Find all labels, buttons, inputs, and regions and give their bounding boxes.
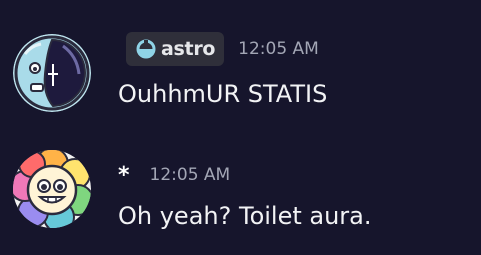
- rainbow-flower-smiley-avatar: [13, 150, 91, 228]
- message-header: astro 12:05 AM: [118, 32, 319, 66]
- message-timestamp[interactable]: 12:05 AM: [238, 39, 319, 59]
- message-header: * 12:05 AM: [118, 160, 230, 190]
- message-timestamp[interactable]: 12:05 AM: [150, 165, 231, 185]
- user-avatar[interactable]: [13, 34, 91, 112]
- astronaut-helmet-avatar: [13, 34, 91, 112]
- chat-message: astro 12:05 AM OuhhmUR STATIS: [0, 0, 481, 130]
- author-name[interactable]: *: [118, 163, 130, 188]
- tag-label: astro: [161, 38, 216, 60]
- message-text: Oh yeah? Toilet aura.: [118, 202, 372, 230]
- server-tag-badge[interactable]: astro: [126, 32, 225, 66]
- message-text: OuhhmUR STATIS: [118, 80, 328, 108]
- astro-tag-icon: [135, 38, 157, 60]
- user-avatar[interactable]: [13, 150, 91, 228]
- chat-message: * 12:05 AM Oh yeah? Toilet aura.: [0, 130, 481, 255]
